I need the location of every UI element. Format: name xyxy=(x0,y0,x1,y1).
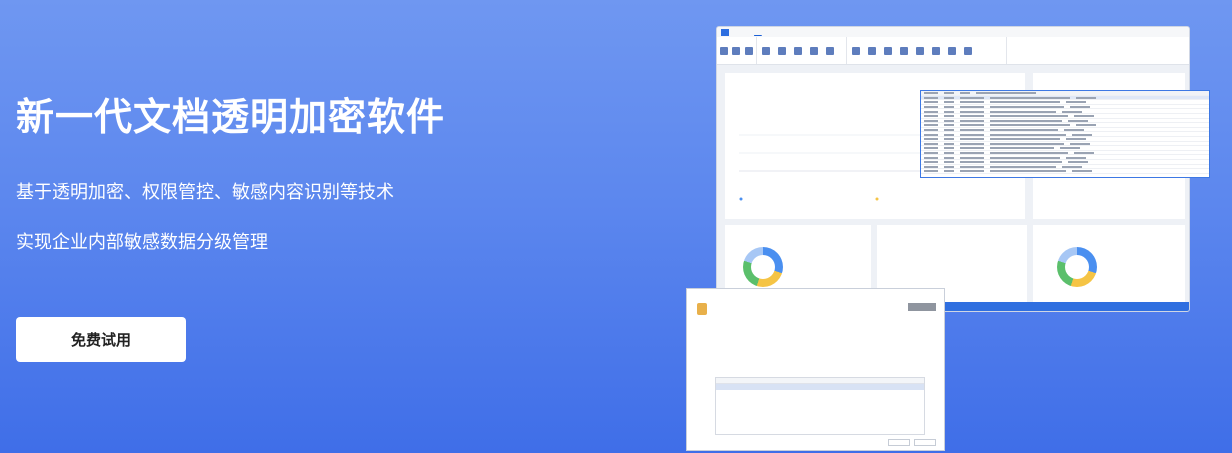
screenshot-menu-item xyxy=(772,30,780,35)
product-screenshot-approval-dialog xyxy=(686,288,945,451)
screenshot-menu-item xyxy=(739,30,744,35)
screenshot-menu-item xyxy=(860,30,868,35)
screenshot-menu-item xyxy=(807,30,815,35)
screenshot-menu-item xyxy=(754,30,762,35)
screenshot-menu-item xyxy=(842,30,850,35)
app-logo-icon xyxy=(721,28,729,36)
screenshot-menu-item xyxy=(789,30,797,35)
hero-title: 新一代文档透明加密软件 xyxy=(16,95,446,139)
product-screenshot-log-table xyxy=(920,90,1210,178)
table-row xyxy=(921,169,1209,174)
screenshot-dialog-button xyxy=(888,439,910,446)
screenshot-menu-item xyxy=(825,30,833,35)
screenshot-stats-panel-3 xyxy=(1033,225,1185,305)
table-row xyxy=(716,384,924,390)
free-trial-button[interactable]: 免费试用 xyxy=(16,317,186,362)
screenshot-donut-chart xyxy=(1057,247,1097,287)
screenshot-file-table xyxy=(715,377,925,435)
screenshot-approve-button xyxy=(908,303,936,311)
screenshot-ribbon xyxy=(717,37,1189,65)
screenshot-dialog-button xyxy=(914,439,936,446)
screenshot-donut-chart xyxy=(743,247,783,287)
hero-subtitle-line-2: 实现企业内部敏感数据分级管理 xyxy=(16,232,268,253)
lock-icon xyxy=(697,303,707,315)
hero-subtitle-line-1: 基于透明加密、权限管控、敏感内容识别等技术 xyxy=(16,182,394,203)
screenshot-menubar xyxy=(717,27,1189,37)
